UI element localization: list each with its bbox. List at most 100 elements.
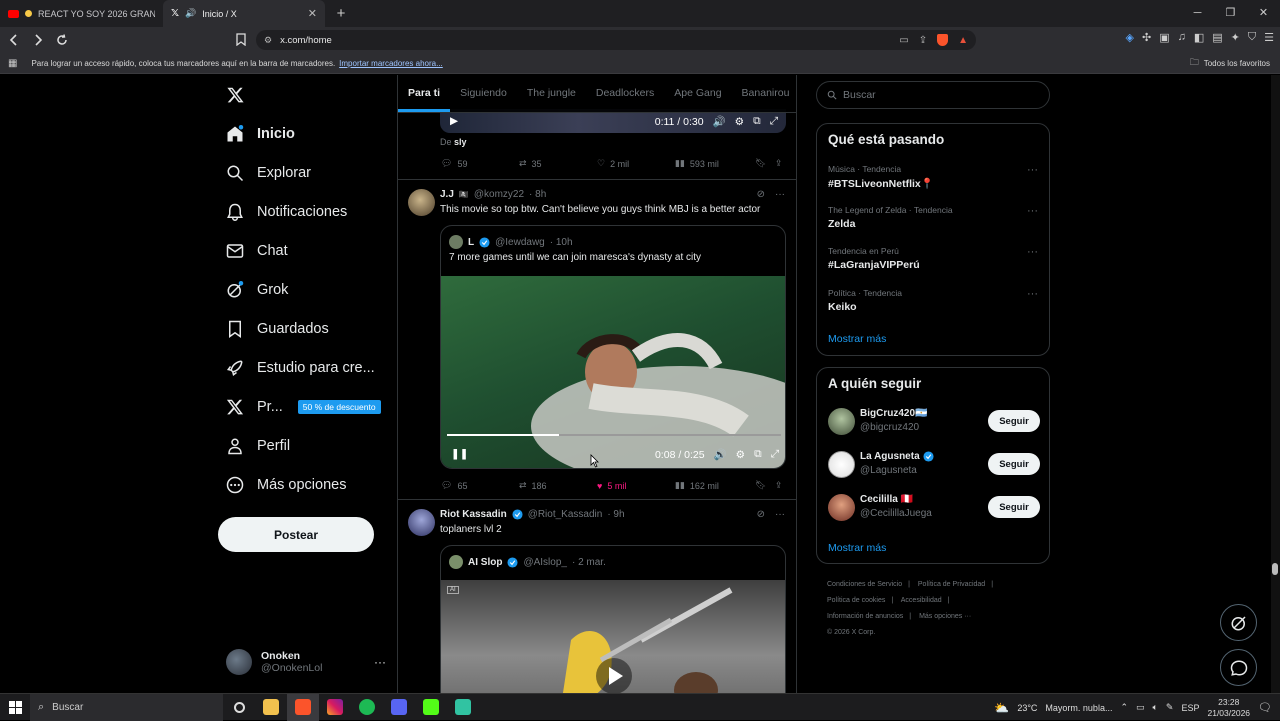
weather-text[interactable]: Mayorm. nubla... — [1045, 703, 1112, 713]
minimize-button[interactable]: ─ — [1181, 0, 1214, 27]
leo-icon[interactable]: ◈ — [1126, 31, 1134, 44]
reply-button[interactable]: 💬︎ 59 — [441, 158, 519, 169]
extensions-icon[interactable]: ✣ — [1142, 31, 1151, 44]
post[interactable]: J.J 🏴‍☠️ @komzy22 · 8h ⊘ ··· This movie … — [398, 179, 796, 499]
post-time[interactable]: · 8h — [529, 189, 546, 200]
author-name[interactable]: J.J — [440, 189, 454, 200]
follow-button[interactable]: Seguir — [988, 496, 1040, 518]
settings-icon[interactable]: ⚙ — [736, 449, 745, 461]
back-button[interactable] — [4, 30, 24, 50]
sidebar-item-chat[interactable]: Chat — [226, 242, 288, 260]
more-icon[interactable]: ··· — [374, 655, 386, 669]
footer-link-ads[interactable]: Información de anuncios — [827, 613, 903, 620]
scrollbar-thumb[interactable] — [1272, 563, 1278, 575]
views-button[interactable]: ▮▮ 162 mil — [675, 480, 755, 491]
scrollbar-track[interactable] — [1271, 75, 1280, 693]
tab-bananirou[interactable]: Bananirou — [732, 75, 796, 112]
post-time[interactable]: · 9h — [607, 509, 624, 520]
menu-icon[interactable]: ☰ — [1264, 31, 1274, 44]
instagram-app[interactable] — [319, 694, 351, 721]
footer-link-terms[interactable]: Condiciones de Servicio — [827, 581, 902, 588]
pip-icon[interactable]: ⧉ — [754, 448, 762, 461]
views-button[interactable]: ▮▮ 593 mil — [675, 158, 755, 169]
language-indicator[interactable]: ESP — [1181, 703, 1199, 713]
like-button[interactable]: ♡ 2 mil — [597, 158, 675, 169]
close-window-button[interactable]: ✕ — [1247, 0, 1280, 27]
share-button[interactable]: ⇪ — [775, 158, 783, 169]
sidebar-item-guardados[interactable]: Guardados — [226, 320, 329, 338]
volume-icon[interactable]: 🔊 — [714, 448, 727, 461]
reply-button[interactable]: 💬︎ 65 — [441, 480, 519, 491]
tab-siguiendo[interactable]: Siguiendo — [450, 75, 517, 112]
author-name[interactable]: Riot Kassadin — [440, 509, 507, 520]
play-icon[interactable]: ▶ — [450, 115, 458, 127]
brave-shield-icon[interactable] — [937, 34, 949, 46]
post-button[interactable]: Postear — [218, 517, 374, 552]
volume-icon[interactable]: 🔊 — [713, 115, 726, 128]
weather-temp[interactable]: 23°C — [1017, 703, 1037, 713]
settings-icon[interactable]: ⚙ — [735, 116, 744, 128]
footer-link-cookies[interactable]: Política de cookies — [827, 597, 885, 604]
notifications-icon[interactable]: 🗨 — [1258, 701, 1272, 714]
follow-button[interactable]: Seguir — [988, 453, 1040, 475]
share-icon[interactable]: ⇪ — [919, 35, 927, 46]
more-icon[interactable]: ··· — [1027, 164, 1038, 176]
more-icon[interactable]: ··· — [1027, 246, 1038, 258]
repost-button[interactable]: ⇄ 35 — [519, 158, 597, 169]
brave-rewards-icon[interactable]: ▲ — [958, 35, 968, 46]
tab-para-ti[interactable]: Para ti — [398, 75, 451, 112]
explorer-app[interactable] — [255, 694, 287, 721]
tab-ape-gang[interactable]: Ape Gang — [664, 75, 731, 112]
sidebar-item-notificaciones[interactable]: Notificaciones — [226, 203, 347, 221]
trend-link[interactable]: Keiko — [828, 301, 857, 313]
new-tab-button[interactable]: + — [331, 5, 351, 22]
author-handle[interactable]: @Riot_Kassadin — [528, 509, 603, 520]
network-icon[interactable]: ▭ — [1136, 702, 1145, 713]
import-bookmarks-link[interactable]: Importar marcadores ahora... — [339, 59, 443, 68]
vpn-icon[interactable]: ⛉ — [1248, 31, 1256, 44]
site-settings-icon[interactable]: ⚙ — [264, 35, 272, 46]
apps-icon[interactable]: ▦ — [8, 58, 17, 69]
pause-icon[interactable]: ❚❚ — [451, 448, 469, 460]
search-input[interactable]: Buscar — [816, 81, 1050, 109]
cortana-button[interactable] — [223, 694, 255, 721]
messages-fab-button[interactable] — [1220, 649, 1257, 686]
repost-button[interactable]: ⇄ 186 — [519, 480, 597, 491]
sidebar-item-premium[interactable]: Pr... 50 % de descuento — [226, 398, 381, 416]
tab-the-jungle[interactable]: The jungle — [517, 75, 586, 112]
video-player[interactable]: AI — [441, 580, 785, 693]
bookmark-button[interactable]: 🔖︎ — [755, 480, 775, 491]
discord-app[interactable] — [383, 694, 415, 721]
avatar[interactable] — [408, 509, 435, 536]
avatar[interactable] — [408, 189, 435, 216]
sidebar-item-mas-opciones[interactable]: Más opciones — [226, 476, 346, 494]
more-icon[interactable]: ··· — [775, 509, 785, 520]
follow-button[interactable]: Seguir — [988, 410, 1040, 432]
sidebar-item-explorar[interactable]: Explorar — [226, 164, 311, 182]
taskbar-search[interactable]: ⌕ Buscar — [30, 693, 223, 721]
sidebar-icon[interactable]: ◧ — [1194, 31, 1204, 44]
ai-icon[interactable]: ✦ — [1231, 31, 1240, 44]
fullscreen-icon[interactable]: ⤢ — [770, 115, 778, 128]
tab-deadlockers[interactable]: Deadlockers — [586, 75, 664, 112]
like-button[interactable]: ♥ 5 mil — [597, 480, 675, 491]
all-bookmarks-folder[interactable]: 🗀 Todos los favoritos — [1190, 55, 1270, 71]
wallet-icon[interactable]: ▣ — [1159, 31, 1169, 44]
follow-suggestion[interactable]: La Agusneta @Lagusneta Seguir — [828, 451, 1040, 479]
forward-button[interactable] — [28, 30, 48, 50]
show-more-link[interactable]: Mostrar más — [828, 333, 886, 345]
sidebar-item-inicio[interactable]: Inicio — [226, 125, 295, 143]
footer-link-accessibility[interactable]: Accesibilidad — [901, 597, 942, 604]
more-icon[interactable]: ··· — [1027, 288, 1038, 300]
browser-tab-x[interactable]: 𝕏 🔊 Inicio / X ✕ — [163, 0, 325, 27]
pen-icon[interactable]: ✎ — [1166, 702, 1174, 713]
quoted-post[interactable]: L @Iewdawg · 10h 7 more games until we c… — [440, 225, 786, 469]
spotify-app[interactable] — [351, 694, 383, 721]
follow-suggestion[interactable]: Cecililla 🇵🇪 @CecilillaJuega Seguir — [828, 494, 1040, 522]
close-tab-icon[interactable]: ✕ — [308, 7, 317, 20]
speaker-icon[interactable]: 🔈︎ — [1153, 702, 1158, 713]
streamlabs-app[interactable] — [447, 694, 479, 721]
grok-fab-button[interactable] — [1220, 604, 1257, 641]
footer-link-more[interactable]: Más opciones ··· — [919, 613, 971, 620]
browser-tab-react[interactable]: REACT YO SOY 2026 GRAN FINAL — [0, 0, 163, 27]
